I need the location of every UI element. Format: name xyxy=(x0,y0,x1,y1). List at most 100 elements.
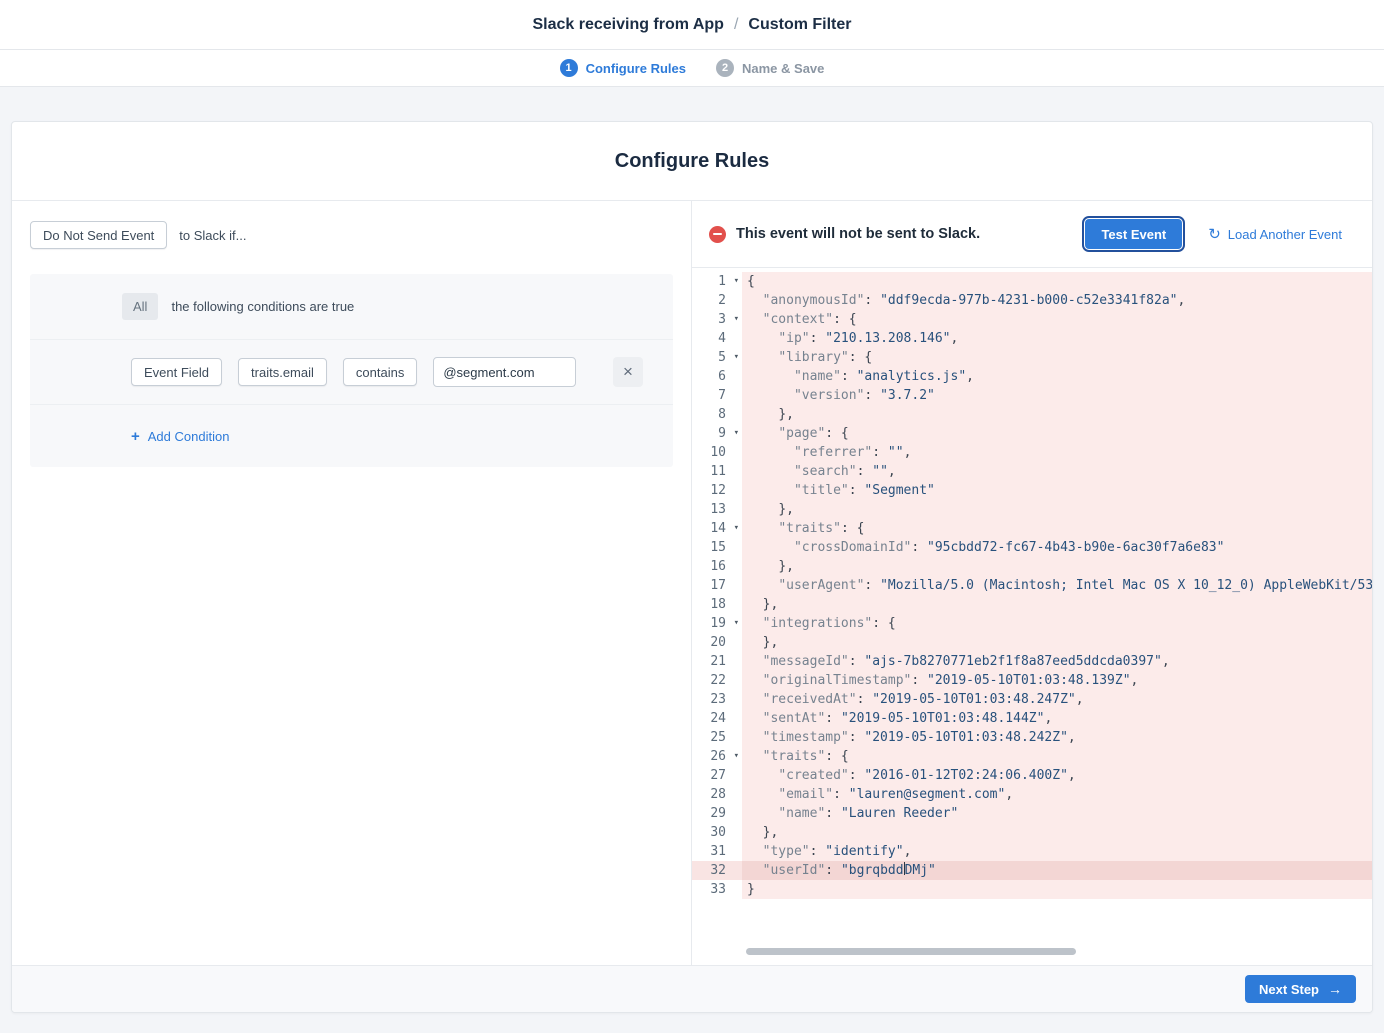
code-line-23[interactable]: 23 "receivedAt": "2019-05-10T01:03:48.24… xyxy=(692,690,1372,709)
code-line-10[interactable]: 10 "referrer": "", xyxy=(692,443,1372,462)
fold-caret-icon[interactable]: ▾ xyxy=(734,272,739,291)
line-number: 8 xyxy=(692,405,742,424)
code-text: }, xyxy=(742,633,1372,652)
code-line-26[interactable]: 26▾ "traits": { xyxy=(692,747,1372,766)
line-number: 14▾ xyxy=(692,519,742,538)
code-line-31[interactable]: 31 "type": "identify", xyxy=(692,842,1372,861)
code-line-19[interactable]: 19▾ "integrations": { xyxy=(692,614,1372,633)
next-step-label: Next Step xyxy=(1259,982,1319,997)
code-line-17[interactable]: 17 "userAgent": "Mozilla/5.0 (Macintosh;… xyxy=(692,576,1372,595)
json-editor[interactable]: 1▾{2 "anonymousId": "ddf9ecda-977b-4231-… xyxy=(692,268,1372,965)
refresh-icon: ↻ xyxy=(1208,227,1221,242)
line-number: 18 xyxy=(692,595,742,614)
code-text: "title": "Segment" xyxy=(742,481,1372,500)
code-line-5[interactable]: 5▾ "library": { xyxy=(692,348,1372,367)
code-line-27[interactable]: 27 "created": "2016-01-12T02:24:06.400Z"… xyxy=(692,766,1372,785)
code-line-18[interactable]: 18 }, xyxy=(692,595,1372,614)
fold-caret-icon[interactable]: ▾ xyxy=(734,310,739,329)
condition-row: Event Field traits.email contains × xyxy=(30,339,673,404)
code-line-20[interactable]: 20 }, xyxy=(692,633,1372,652)
code-text: "name": "Lauren Reeder" xyxy=(742,804,1372,823)
code-line-24[interactable]: 24 "sentAt": "2019-05-10T01:03:48.144Z", xyxy=(692,709,1372,728)
code-line-4[interactable]: 4 "ip": "210.13.208.146", xyxy=(692,329,1372,348)
code-line-1[interactable]: 1▾{ xyxy=(692,272,1372,291)
next-step-button[interactable]: Next Step → xyxy=(1245,975,1356,1003)
fold-caret-icon[interactable]: ▾ xyxy=(734,614,739,633)
add-condition-button[interactable]: + Add Condition xyxy=(131,428,229,445)
code-line-13[interactable]: 13 }, xyxy=(692,500,1372,519)
breadcrumb-separator: / xyxy=(734,16,738,33)
breadcrumb-secondary: Custom Filter xyxy=(748,16,851,33)
code-text: "receivedAt": "2019-05-10T01:03:48.247Z"… xyxy=(742,690,1372,709)
load-another-event-button[interactable]: ↻ Load Another Event xyxy=(1208,227,1342,242)
line-number: 12 xyxy=(692,481,742,500)
card-header: Configure Rules xyxy=(12,122,1372,201)
not-sent-icon xyxy=(709,226,726,243)
code-line-7[interactable]: 7 "version": "3.7.2" xyxy=(692,386,1372,405)
preview-header: This event will not be sent to Slack. Te… xyxy=(692,201,1372,268)
line-number: 24 xyxy=(692,709,742,728)
card-footer: Next Step → xyxy=(12,965,1372,1012)
fold-caret-icon[interactable]: ▾ xyxy=(734,747,739,766)
horizontal-scrollbar[interactable] xyxy=(746,948,1076,955)
code-line-21[interactable]: 21 "messageId": "ajs-7b8270771eb2f1f8a87… xyxy=(692,652,1372,671)
code-text: "timestamp": "2019-05-10T01:03:48.242Z", xyxy=(742,728,1372,747)
code-line-33[interactable]: 33} xyxy=(692,880,1372,899)
step-1-label: Configure Rules xyxy=(586,61,686,76)
match-mode-badge[interactable]: All xyxy=(122,293,158,320)
fold-caret-icon[interactable]: ▾ xyxy=(734,519,739,538)
code-line-2[interactable]: 2 "anonymousId": "ddf9ecda-977b-4231-b00… xyxy=(692,291,1372,310)
step-1-circle: 1 xyxy=(560,59,578,77)
code-line-25[interactable]: 25 "timestamp": "2019-05-10T01:03:48.242… xyxy=(692,728,1372,747)
configure-rules-card: Configure Rules Do Not Send Event to Sla… xyxy=(11,121,1373,1013)
code-text: "search": "", xyxy=(742,462,1372,481)
code-text: "messageId": "ajs-7b8270771eb2f1f8a87eed… xyxy=(742,652,1372,671)
code-line-9[interactable]: 9▾ "page": { xyxy=(692,424,1372,443)
code-text: "created": "2016-01-12T02:24:06.400Z", xyxy=(742,766,1372,785)
stepper: 1 Configure Rules 2 Name & Save xyxy=(0,50,1384,87)
code-line-16[interactable]: 16 }, xyxy=(692,557,1372,576)
line-number: 33 xyxy=(692,880,742,899)
code-text: "sentAt": "2019-05-10T01:03:48.144Z", xyxy=(742,709,1372,728)
code-line-11[interactable]: 11 "search": "", xyxy=(692,462,1372,481)
line-number: 31 xyxy=(692,842,742,861)
code-line-8[interactable]: 8 }, xyxy=(692,405,1372,424)
code-text: "userAgent": "Mozilla/5.0 (Macintosh; In… xyxy=(742,576,1372,595)
line-number: 22 xyxy=(692,671,742,690)
action-row: Do Not Send Event to Slack if... xyxy=(30,221,673,249)
test-event-button[interactable]: Test Event xyxy=(1085,219,1182,249)
action-suffix-text: to Slack if... xyxy=(179,228,246,243)
code-text: }, xyxy=(742,823,1372,842)
app-root: Slack receiving from App/Custom Filter 1… xyxy=(0,0,1384,1013)
top-header: Slack receiving from App/Custom Filter xyxy=(0,0,1384,50)
code-line-3[interactable]: 3▾ "context": { xyxy=(692,310,1372,329)
rules-panel: Do Not Send Event to Slack if... All the… xyxy=(12,201,692,965)
code-line-14[interactable]: 14▾ "traits": { xyxy=(692,519,1372,538)
remove-condition-button[interactable]: × xyxy=(613,357,643,387)
code-line-29[interactable]: 29 "name": "Lauren Reeder" xyxy=(692,804,1372,823)
operator-button[interactable]: contains xyxy=(343,358,417,386)
step-name-save[interactable]: 2 Name & Save xyxy=(716,59,824,77)
line-number: 11 xyxy=(692,462,742,481)
code-line-30[interactable]: 30 }, xyxy=(692,823,1372,842)
line-number: 19▾ xyxy=(692,614,742,633)
code-line-15[interactable]: 15 "crossDomainId": "95cbdd72-fc67-4b43-… xyxy=(692,538,1372,557)
code-line-6[interactable]: 6 "name": "analytics.js", xyxy=(692,367,1372,386)
action-selector-button[interactable]: Do Not Send Event xyxy=(30,221,167,249)
condition-value-input[interactable] xyxy=(433,357,576,387)
add-condition-row: + Add Condition xyxy=(30,404,673,467)
line-number: 32 xyxy=(692,861,742,880)
code-text: "traits": { xyxy=(742,747,1372,766)
code-line-32[interactable]: 32 "userId": "bgrqbddDMj" xyxy=(692,861,1372,880)
code-line-28[interactable]: 28 "email": "lauren@segment.com", xyxy=(692,785,1372,804)
field-path-button[interactable]: traits.email xyxy=(238,358,327,386)
event-preview-panel: This event will not be sent to Slack. Te… xyxy=(692,201,1372,965)
code-line-22[interactable]: 22 "originalTimestamp": "2019-05-10T01:0… xyxy=(692,671,1372,690)
breadcrumb: Slack receiving from App/Custom Filter xyxy=(532,16,851,34)
fold-caret-icon[interactable]: ▾ xyxy=(734,424,739,443)
step-configure-rules[interactable]: 1 Configure Rules xyxy=(560,59,686,77)
line-number: 10 xyxy=(692,443,742,462)
field-source-button[interactable]: Event Field xyxy=(131,358,222,386)
code-line-12[interactable]: 12 "title": "Segment" xyxy=(692,481,1372,500)
fold-caret-icon[interactable]: ▾ xyxy=(734,348,739,367)
